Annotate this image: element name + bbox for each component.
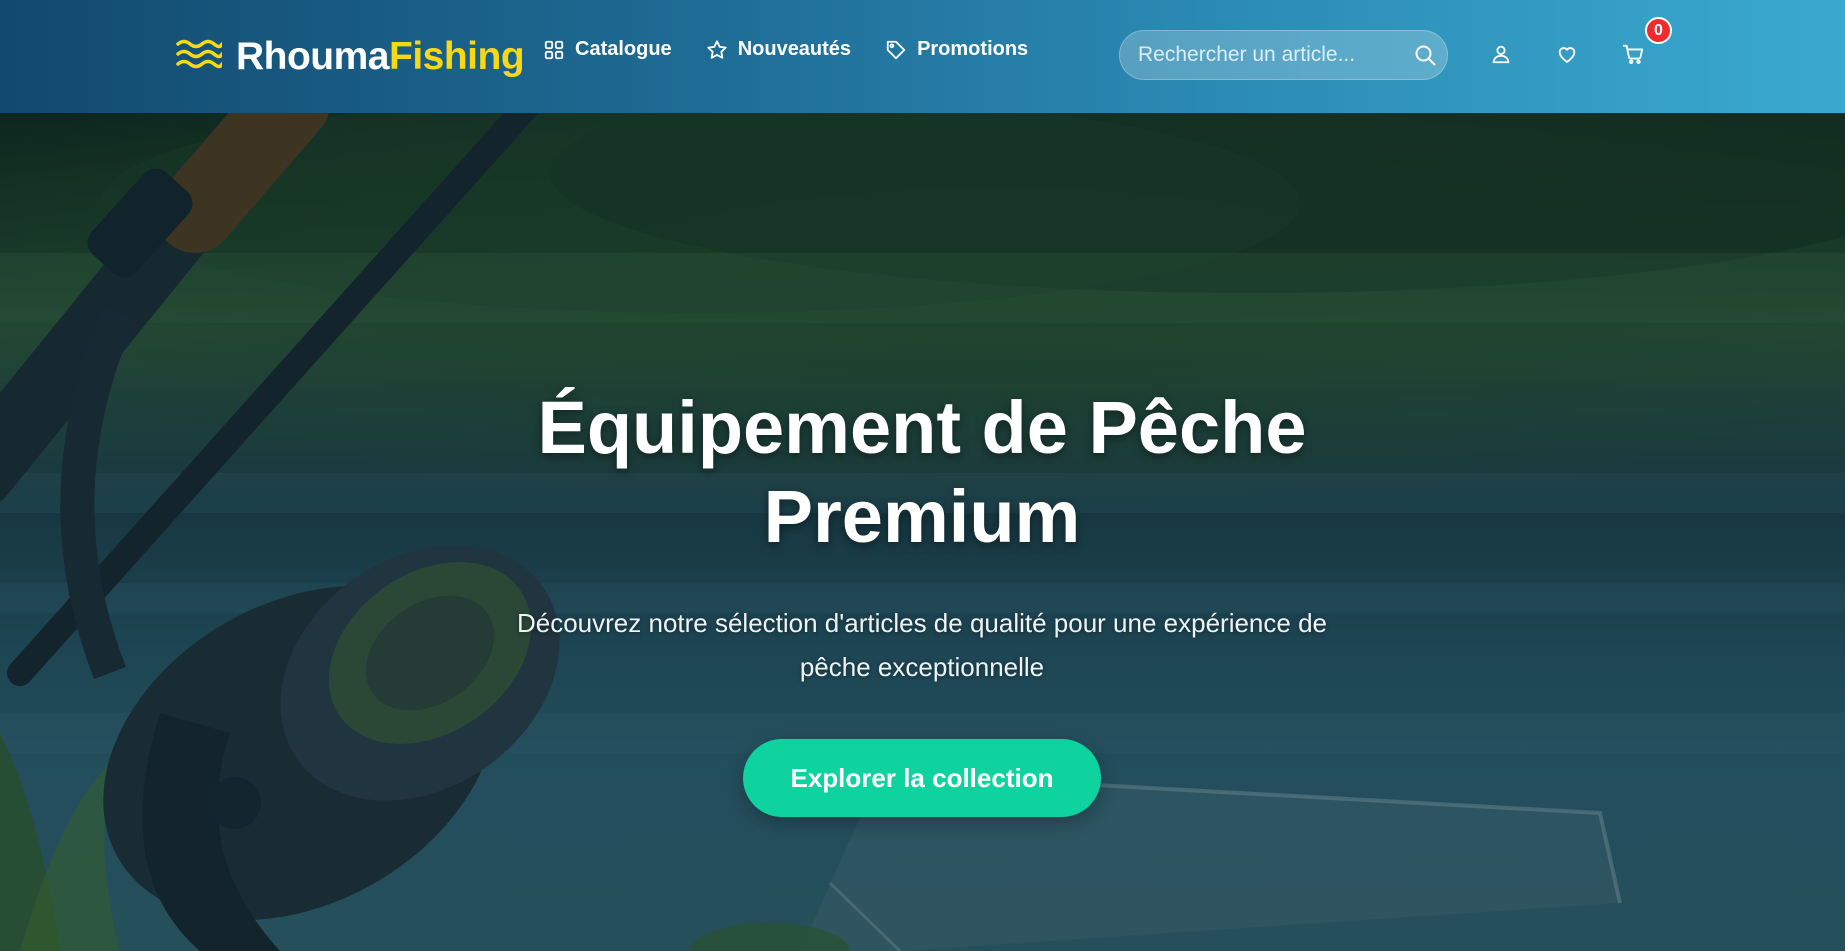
nav-item-label: Nouveautés — [737, 38, 852, 60]
nav-item-promotions[interactable]: Promotions — [885, 38, 1028, 61]
search-bar — [1119, 30, 1448, 80]
waves-icon — [176, 39, 222, 69]
nav-item-label: Catalogue — [575, 38, 672, 60]
heart-icon — [1558, 47, 1576, 63]
cart-count-badge: 0 — [1645, 17, 1672, 44]
brand-logo[interactable]: RhoumaFishing — [176, 30, 525, 82]
brand-name-part2: Fishing — [389, 34, 525, 78]
nav-item-label: Promotions — [917, 38, 1029, 60]
main-nav: Catalogue Nouveautés Promotions — [543, 38, 1062, 61]
account-button[interactable] — [1487, 40, 1515, 68]
grid-icon — [544, 40, 564, 59]
hero-banner: Équipement de Pêche Premium Découvrez no… — [0, 113, 1845, 951]
hero-title-line2: Premium — [763, 475, 1081, 558]
hero-content: Équipement de Pêche Premium Découvrez no… — [422, 383, 1422, 817]
nav-item-catalogue[interactable]: Catalogue — [543, 38, 672, 61]
nav-item-nouveautes[interactable]: Nouveautés — [706, 38, 851, 61]
site-header: RhoumaFishing Catalogue Nouveautés Promo… — [0, 0, 1845, 113]
hero-subtitle: Découvrez notre sélection d'articles de … — [516, 608, 1327, 682]
search-button[interactable] — [1409, 32, 1441, 78]
star-icon — [707, 39, 727, 59]
brand-name: RhoumaFishing — [236, 34, 525, 78]
cart-icon — [1622, 44, 1644, 64]
tag-icon — [886, 40, 906, 59]
hero-title: Équipement de Pêche Premium — [422, 383, 1422, 561]
wishlist-button[interactable] — [1553, 40, 1581, 68]
brand-name-part1: Rhouma — [236, 34, 390, 78]
search-input[interactable] — [1120, 31, 1409, 79]
user-icon — [1492, 45, 1510, 64]
explore-collection-button[interactable]: Explorer la collection — [743, 739, 1101, 817]
hero-title-line1: Équipement de Pêche — [537, 386, 1307, 469]
search-icon — [1415, 45, 1436, 66]
cart-button[interactable] — [1619, 40, 1647, 68]
